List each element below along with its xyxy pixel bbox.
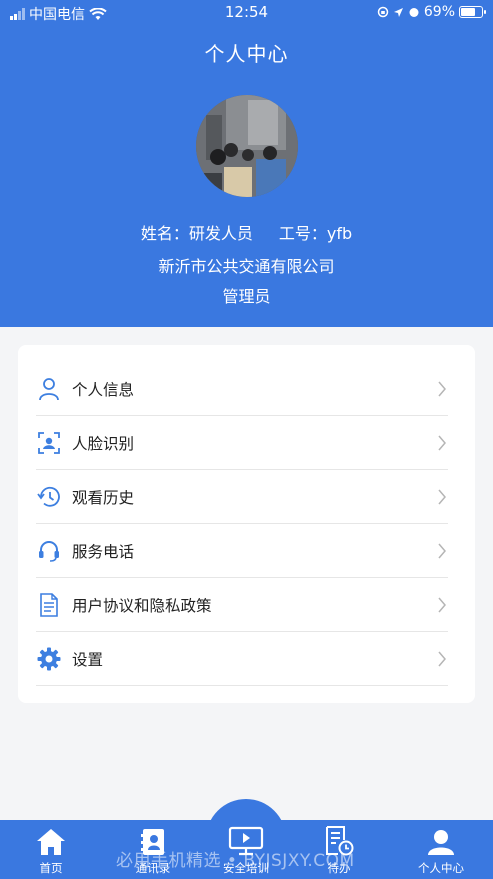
watermark: 必用手机精选 • BYJSJXY.COM xyxy=(116,851,355,871)
menu-item-settings[interactable]: 设置 xyxy=(36,632,448,686)
chevron-right-icon xyxy=(438,435,446,450)
tab-profile-center[interactable]: 个人中心 xyxy=(406,824,476,879)
menu-item-service-phone[interactable]: 服务电话 xyxy=(36,524,448,578)
battery-icon xyxy=(459,6,486,18)
chevron-right-icon xyxy=(438,651,446,666)
profile-name-id: 姓名：研发人员 工号：yfb xyxy=(0,220,493,244)
history-icon xyxy=(36,484,62,510)
menu-item-watch-history[interactable]: 观看历史 xyxy=(36,470,448,524)
headset-icon xyxy=(36,538,62,564)
chevron-right-icon xyxy=(438,543,446,558)
home-icon xyxy=(37,829,65,855)
page-title: 个人中心 xyxy=(204,42,289,66)
chevron-right-icon xyxy=(438,597,446,612)
person-icon xyxy=(36,376,62,402)
menu-item-label: 服务电话 xyxy=(72,542,135,561)
tab-home[interactable]: 首页 xyxy=(16,824,86,879)
face-scan-icon xyxy=(36,430,62,456)
profile-icon xyxy=(428,830,454,855)
menu-item-face-recognition[interactable]: 人脸识别 xyxy=(36,416,448,470)
chevron-right-icon xyxy=(438,489,446,504)
battery-percent: 69% xyxy=(423,4,455,20)
menu-item-user-agreement[interactable]: 用户协议和隐私政策 xyxy=(36,578,448,632)
menu-item-label: 用户协议和隐私政策 xyxy=(72,596,212,615)
status-bar: 中国电信 12:54 69% xyxy=(0,0,493,26)
profile-company: 新沂市公共交通有限公司 xyxy=(158,257,335,276)
menu-item-label: 个人信息 xyxy=(72,380,135,399)
lock-rotation-icon xyxy=(377,6,389,18)
menu-item-label: 观看历史 xyxy=(72,488,135,507)
location-icon xyxy=(393,7,403,17)
menu-item-personal-info[interactable]: 个人信息 xyxy=(36,362,448,416)
tab-label: 个人中心 xyxy=(418,861,464,875)
gear-icon xyxy=(36,646,62,672)
menu-card: 个人信息 人脸识别 观看历史 服务电话 用户协议和隐私政策 设置 xyxy=(18,345,475,703)
profile-role: 管理员 xyxy=(222,287,271,306)
profile-name: 姓名：研发人员 xyxy=(140,224,253,243)
document-icon xyxy=(36,592,62,618)
tab-label: 首页 xyxy=(39,861,63,875)
profile-header: 中国电信 12:54 69% 个人中心 姓名：研发人员 工号：yfb 新沂市公共… xyxy=(0,0,493,327)
chevron-right-icon xyxy=(438,381,446,396)
menu-item-label: 设置 xyxy=(72,650,104,669)
alarm-icon xyxy=(409,8,419,17)
avatar[interactable] xyxy=(196,95,298,197)
menu-item-label: 人脸识别 xyxy=(72,434,135,453)
profile-id: 工号：yfb xyxy=(278,224,353,243)
battery-fill xyxy=(461,8,475,16)
